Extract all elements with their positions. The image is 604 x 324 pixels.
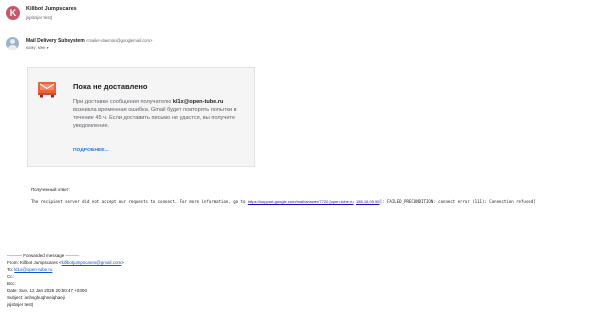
recipient-label: кому: мне	[26, 45, 46, 50]
forwarded-bcc: Bcc:	[7, 281, 16, 286]
forwarded-date: Date: Sun, 12 Jan 2025 20:50:47 +0300	[7, 288, 87, 293]
forwarded-cc: Cc:	[7, 274, 14, 279]
thread-avatar[interactable]: K	[6, 6, 20, 20]
delivery-status-body: При доставке сообщения получателю kl1x@o…	[73, 99, 245, 131]
forwarded-header: ---------- Forwarded message ---------	[7, 253, 79, 258]
avatar-body-shape	[8, 45, 17, 50]
body-suffix: возникла временная ошибка. Gmail будет п…	[73, 106, 237, 129]
from-email-link[interactable]: killbotjumpscares@gmail.com	[62, 260, 122, 265]
more-info-link[interactable]: ПОДРОБНЕЕ...	[73, 148, 109, 153]
response-prefix: The recipient server did not accept our …	[31, 199, 248, 204]
support-link[interactable]: https://support.google.com/mail/answer/7…	[248, 199, 354, 204]
failed-recipient: kl1x@open-tube.ru	[172, 99, 224, 105]
delivery-status-title: Пока не доставлено	[73, 82, 148, 91]
response-suffix: ]: FAILED_PRECONDITION: connect error (1…	[379, 199, 536, 204]
response-text: The recipient server did not accept our …	[31, 199, 536, 204]
thread-title: Killbot Jumpscares	[26, 6, 77, 12]
warning-envelope-icon	[38, 82, 56, 98]
thread-subtitle: jsjsbsjer test)	[26, 15, 53, 20]
sender-email: <mailer-daemon@googlemail.com>	[86, 38, 153, 43]
forwarded-from: From: Killbot Jumpscares <killbotjumpsca…	[7, 260, 124, 265]
server-ip-link[interactable]: 185.16.09.55	[356, 199, 380, 204]
sender-name[interactable]: Mail Delivery Subsystem	[26, 38, 85, 44]
forwarded-subject: Subject: anhsghuqhneiqhaeji	[7, 295, 65, 300]
avatar-head-shape	[10, 39, 15, 44]
from-label: From: Killbot Jumpscares <	[7, 260, 62, 265]
forwarded-body: jsjsbsjer test)	[7, 302, 34, 307]
to-email-link[interactable]: kl1x@open-tube.ru	[14, 267, 52, 272]
sender-line: Mail Delivery Subsystem <mailer-daemon@g…	[26, 38, 152, 44]
response-label: Полученный ответ:	[31, 187, 70, 192]
recipient-details-toggle[interactable]: кому: мне ▾	[26, 45, 49, 50]
from-end: >	[121, 260, 124, 265]
sender-avatar[interactable]	[6, 37, 19, 50]
chevron-down-icon[interactable]: ▾	[47, 46, 49, 50]
body-prefix: При доставке сообщения получателю	[73, 99, 173, 105]
forwarded-to: To: kl1x@open-tube.ru	[7, 267, 52, 272]
